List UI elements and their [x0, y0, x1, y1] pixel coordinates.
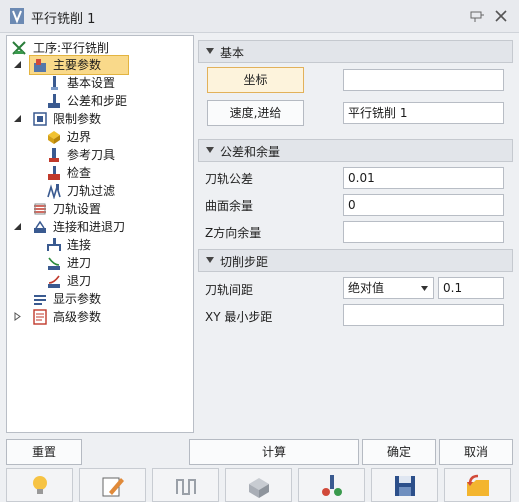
collapse-icon[interactable] [13, 60, 22, 69]
section-tolerance-header[interactable]: 公差和余量 [198, 139, 513, 162]
tree-item-link-lead[interactable]: 连接和进退刀 [11, 218, 191, 236]
tree-item-connect[interactable]: 连接 [11, 236, 191, 254]
edit-icon [102, 477, 124, 497]
main-params-icon [34, 59, 46, 72]
xy-min-step-label: XY 最小步距 [205, 310, 273, 324]
tree-item-main-params[interactable]: 主要参数 [11, 55, 191, 75]
advanced-icon [33, 309, 47, 325]
boundary-icon [48, 131, 60, 144]
ref-tool-icon [49, 148, 59, 162]
xy-min-step-field[interactable] [343, 304, 504, 326]
lead-out-icon [48, 275, 60, 288]
open-icon [467, 474, 489, 496]
z-stock-field[interactable] [343, 221, 504, 243]
analyze-icon [322, 475, 342, 496]
bottom-toolbar [6, 468, 513, 502]
surface-stock-field[interactable]: 0 [343, 194, 504, 216]
simulate-button[interactable] [225, 468, 292, 502]
coordinate-field[interactable] [343, 69, 504, 91]
save-button[interactable] [371, 468, 438, 502]
coordinate-button[interactable]: 坐标 [207, 67, 304, 93]
pin-icon[interactable] [469, 8, 485, 24]
toolpath-tolerance-field[interactable]: 0.01 [343, 167, 504, 189]
spacing-label: 刀轨间距 [205, 283, 254, 297]
spacing-mode-select[interactable]: 绝对值 [343, 277, 434, 299]
tree-item-boundary[interactable]: 边界 [11, 128, 191, 146]
collapse-icon[interactable] [13, 222, 22, 231]
section-basic-header[interactable]: 基本 [198, 40, 513, 63]
limit-icon [33, 112, 47, 126]
tree-item-limit-params[interactable]: 限制参数 [11, 110, 191, 128]
toolpath-settings-icon [34, 203, 46, 215]
tree-item-ref-tool[interactable]: 参考刀具 [11, 146, 191, 164]
edit-button[interactable] [79, 468, 146, 502]
step-icon [48, 94, 60, 108]
reset-button[interactable]: 重置 [6, 439, 82, 465]
compute-button[interactable]: 计算 [189, 439, 359, 465]
tree-item-basic-settings[interactable]: 基本设置 [11, 74, 191, 92]
link-lead-icon [34, 220, 46, 233]
dropdown-arrow-icon [421, 286, 428, 291]
simulate-icon [249, 478, 269, 498]
ok-button[interactable]: 确定 [362, 439, 436, 465]
tree-item-display-params[interactable]: 显示参数 [11, 290, 191, 308]
tree-item-lead-out[interactable]: 退刀 [11, 272, 191, 290]
tree-item-toolpath-settings[interactable]: 刀轨设置 [11, 200, 191, 218]
lightbulb-icon [33, 476, 47, 494]
check-icon [48, 166, 60, 180]
operation-icon [12, 41, 26, 55]
toolpath-tolerance-label: 刀轨公差 [205, 172, 254, 186]
collapse-icon[interactable] [13, 114, 22, 123]
tree-item-advanced-params[interactable]: 高级参数 [11, 308, 191, 326]
analyze-button[interactable] [298, 468, 365, 502]
tree-item-toolpath-filter[interactable]: 刀轨过滤 [11, 182, 191, 200]
section-stepover-header[interactable]: 切削步距 [198, 249, 513, 272]
path-icon [176, 479, 196, 495]
filter-icon [47, 184, 61, 199]
lightbulb-button[interactable] [6, 468, 73, 502]
speed-feed-button[interactable]: 速度,进给 [207, 100, 304, 126]
collapse-triangle-icon [206, 48, 214, 54]
app-icon [10, 8, 24, 24]
tool-icon [51, 76, 58, 90]
title-bar: 平行铣削 1 [0, 0, 519, 33]
tree-item-tolerance-step[interactable]: 公差和步距 [11, 92, 191, 110]
close-icon[interactable] [493, 8, 509, 24]
operation-tree: 工序:平行铣削 主要参数 基本设置 公差和步距 限制参数 边界 参考刀具 检查 … [6, 35, 194, 433]
collapse-triangle-icon [206, 257, 214, 263]
cancel-button[interactable]: 取消 [439, 439, 513, 465]
expand-icon[interactable] [13, 312, 22, 321]
speed-feed-field[interactable]: 平行铣削 1 [343, 102, 504, 124]
tree-item-check[interactable]: 检查 [11, 164, 191, 182]
surface-stock-label: 曲面余量 [205, 199, 254, 213]
window-title: 平行铣削 1 [31, 12, 96, 27]
connect-icon [47, 238, 61, 251]
z-stock-label: Z方向余量 [205, 226, 262, 240]
collapse-triangle-icon [206, 147, 214, 153]
open-button[interactable] [444, 468, 511, 502]
parameter-panel: 基本 坐标 速度,进给 平行铣削 1 公差和余量 刀轨公差 0.01 曲面余量 … [198, 35, 513, 431]
save-icon [395, 476, 415, 496]
display-icon [34, 295, 46, 305]
path-button[interactable] [152, 468, 219, 502]
lead-in-icon [48, 257, 60, 270]
spacing-value-field[interactable]: 0.1 [438, 277, 504, 299]
tree-item-lead-in[interactable]: 进刀 [11, 254, 191, 272]
